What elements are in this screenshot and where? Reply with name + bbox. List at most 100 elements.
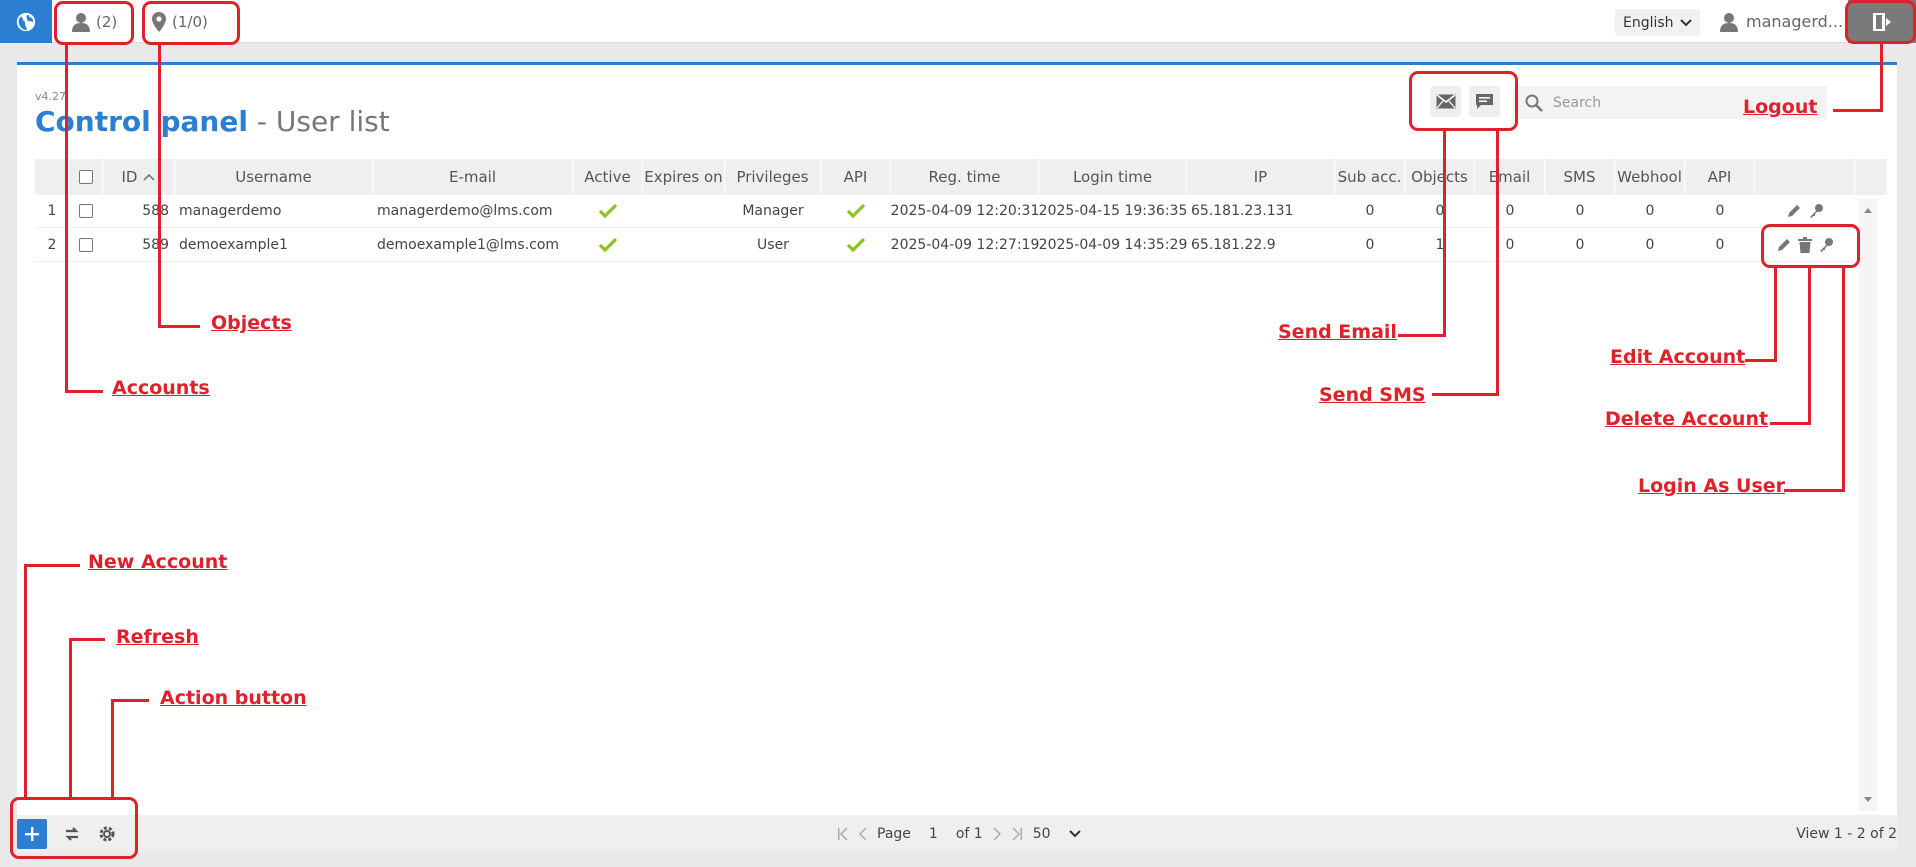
row-checkbox[interactable] <box>79 238 93 252</box>
per-page-value: 50 <box>1032 825 1051 842</box>
col-username[interactable]: Username <box>175 159 373 195</box>
first-page-icon[interactable] <box>837 826 849 841</box>
col-api-count[interactable]: API <box>1685 159 1755 195</box>
cell-id: 588 <box>142 203 169 219</box>
cell-active <box>573 195 643 227</box>
col-email-count[interactable]: Email <box>1475 159 1545 195</box>
cell-login-time: 2025-04-09 14:35:29 <box>1039 237 1187 253</box>
cell-active <box>573 229 643 261</box>
version-label: v4.27 <box>35 90 67 103</box>
action-button-annotation: Action button <box>160 687 307 709</box>
page-total: of 1 <box>955 825 983 842</box>
logout-annotation: Logout <box>1743 96 1818 118</box>
per-page-select[interactable]: 50 <box>1033 826 1081 842</box>
language-select[interactable]: English <box>1615 9 1700 36</box>
action-button-line <box>111 699 149 702</box>
table-header: ID Username E-mail Active Expires on Pri… <box>35 159 1887 195</box>
globe-icon <box>16 12 36 31</box>
col-id[interactable]: ID <box>103 159 175 195</box>
last-page-icon[interactable] <box>1011 826 1023 841</box>
top-bar: (2) (1/0) English managerd... <box>0 0 1916 43</box>
scroll-up-icon[interactable] <box>1859 203 1877 217</box>
col-active[interactable]: Active <box>573 159 643 195</box>
cell-reg-time: 2025-04-09 12:27:19 <box>891 237 1039 253</box>
select-all-checkbox[interactable] <box>78 170 93 184</box>
cell-id: 589 <box>142 237 169 253</box>
action-button-line <box>111 699 114 797</box>
send-email-line <box>1398 334 1446 337</box>
delete-account-line <box>1808 268 1811 425</box>
col-reg-time[interactable]: Reg. time <box>891 159 1039 195</box>
row-checkbox[interactable] <box>79 204 93 218</box>
pagination: Page 1 of 1 50 <box>837 815 1081 852</box>
check-icon <box>599 238 617 252</box>
col-objects[interactable]: Objects <box>1405 159 1475 195</box>
page-number-input[interactable]: 1 <box>921 826 946 842</box>
login-as-user-annotation: Login As User <box>1638 475 1786 497</box>
col-login-time[interactable]: Login time <box>1039 159 1187 195</box>
col-sub-acc[interactable]: Sub acc. <box>1335 159 1405 195</box>
table-row[interactable]: 2 589 demoexample1 demoexample1@lms.com … <box>35 229 1857 262</box>
col-select-all[interactable] <box>69 159 103 195</box>
row-select[interactable] <box>69 195 103 227</box>
cell-email: demoexample1@lms.com <box>377 237 560 253</box>
refresh-annotation: Refresh <box>116 626 199 648</box>
objects-annotation: Objects <box>211 312 292 334</box>
col-api[interactable]: API <box>821 159 891 195</box>
cell-sms: 0 <box>1575 237 1585 253</box>
check-icon <box>847 238 865 252</box>
refresh-line <box>69 638 105 641</box>
cell-objects: 1 <box>1435 237 1445 253</box>
col-actions <box>1755 159 1855 195</box>
delete-account-line <box>1770 422 1811 425</box>
col-email[interactable]: E-mail <box>373 159 573 195</box>
row-number: 1 <box>47 203 57 219</box>
table-row[interactable]: 1 588 managerdemo managerdemo@lms.com Ma… <box>35 195 1857 228</box>
row-number: 2 <box>47 237 57 253</box>
edit-icon[interactable] <box>1786 203 1802 219</box>
page-title: Control panel - User list <box>35 105 390 138</box>
user-icon <box>1720 12 1738 32</box>
new-account-line <box>24 564 80 567</box>
prev-page-icon[interactable] <box>859 826 867 841</box>
chevron-down-icon <box>1068 829 1081 837</box>
delete-account-annotation: Delete Account <box>1605 408 1769 430</box>
send-sms-line <box>1496 131 1499 396</box>
cell-webhook: 0 <box>1645 203 1655 219</box>
page-label: Page <box>877 825 911 842</box>
row-actions <box>1755 195 1855 227</box>
scroll-down-icon[interactable] <box>1859 793 1877 807</box>
cell-webhook: 0 <box>1645 237 1655 253</box>
footer-buttons-highlight <box>10 797 138 859</box>
user-menu[interactable]: managerd... <box>1720 0 1843 43</box>
accounts-annotation: Accounts <box>112 377 210 399</box>
cell-api <box>821 195 891 227</box>
language-value: English <box>1623 14 1674 31</box>
cell-ip: 65.181.22.9 <box>1191 237 1276 253</box>
globe-button[interactable] <box>0 0 52 43</box>
col-expires[interactable]: Expires on <box>643 159 725 195</box>
logout-line <box>1880 44 1883 112</box>
send-sms-line <box>1432 393 1499 396</box>
col-ip[interactable]: IP <box>1187 159 1335 195</box>
accounts-line <box>65 45 68 393</box>
row-select[interactable] <box>69 229 103 261</box>
col-privileges[interactable]: Privileges <box>725 159 821 195</box>
key-icon[interactable] <box>1808 203 1824 219</box>
cell-login-time: 2025-04-15 19:36:35 <box>1039 203 1187 219</box>
login-as-user-line <box>1784 489 1845 492</box>
col-sms[interactable]: SMS <box>1545 159 1615 195</box>
cell-email: managerdemo@lms.com <box>377 203 553 219</box>
send-sms-annotation: Send SMS <box>1319 384 1426 406</box>
objects-line <box>158 325 200 328</box>
vertical-scrollbar[interactable] <box>1859 199 1877 811</box>
col-webhook[interactable]: Webhool <box>1615 159 1685 195</box>
cell-sub-acc: 0 <box>1365 237 1375 253</box>
new-account-annotation: New Account <box>88 551 228 573</box>
cell-email-count: 0 <box>1505 237 1515 253</box>
logout-highlight <box>1845 0 1916 44</box>
send-email-annotation: Send Email <box>1278 321 1397 343</box>
next-page-icon[interactable] <box>993 826 1001 841</box>
table-footer: Page 1 of 1 50 View 1 - 2 of 2 <box>17 815 1897 852</box>
cell-sms: 0 <box>1575 203 1585 219</box>
